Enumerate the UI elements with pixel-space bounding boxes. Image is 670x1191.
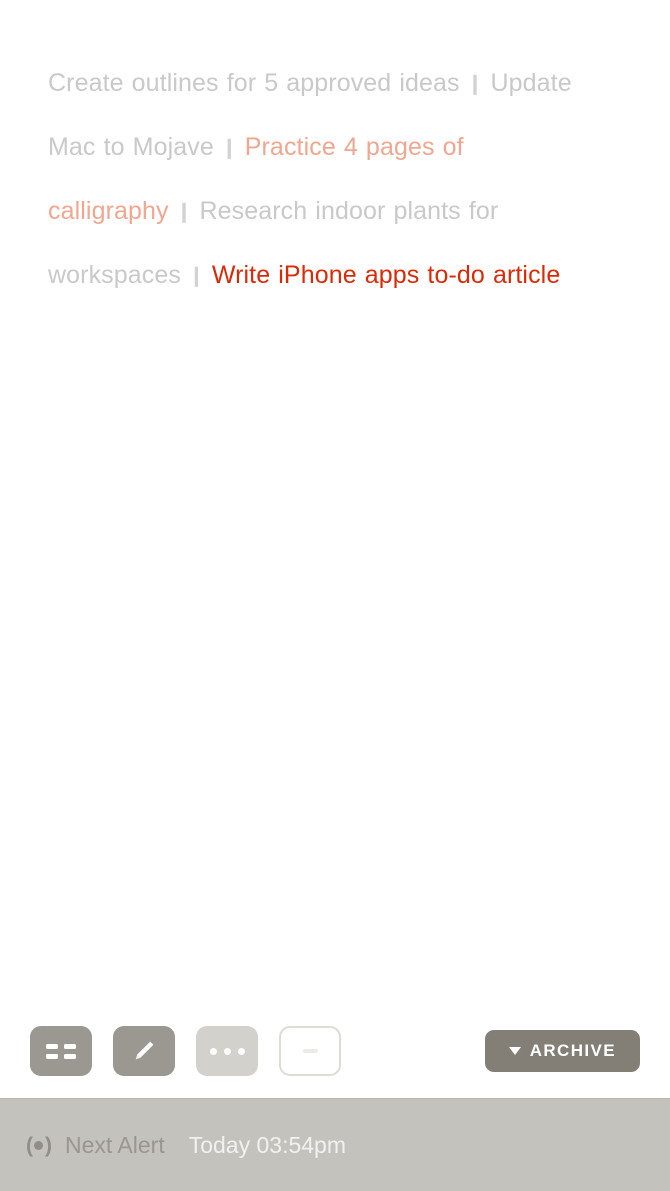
dash-icon	[302, 1049, 318, 1053]
archive-button[interactable]: ARCHIVE	[484, 1030, 640, 1072]
more-options-button[interactable]	[196, 1026, 258, 1076]
task-list: Create outlines for 5 approved ideas ❙ Upd…	[48, 52, 622, 308]
chevron-down-icon	[508, 1047, 521, 1055]
alert-broadcast-icon: ()	[26, 1133, 52, 1157]
task-item-0[interactable]: Create outlines for 5 approved ideas	[48, 69, 460, 97]
bottom-toolbar: ARCHIVE	[0, 1025, 670, 1077]
toolbar-button-group	[30, 1026, 341, 1076]
pencil-icon	[135, 1041, 154, 1060]
grid-view-button[interactable]	[30, 1026, 92, 1076]
task-item-4[interactable]: Write iPhone apps to-do article	[212, 261, 560, 289]
task-separator: ❙	[466, 73, 484, 95]
task-separator: ❙	[175, 201, 193, 223]
status-bar[interactable]: () Next Alert Today 03:54pm	[0, 1098, 670, 1191]
task-separator: ❙	[220, 137, 238, 159]
next-alert-label: Next Alert	[65, 1131, 165, 1158]
ellipsis-icon	[209, 1047, 245, 1055]
collapse-button[interactable]	[279, 1026, 341, 1076]
edit-button[interactable]	[113, 1026, 175, 1076]
next-alert-time: Today 03:54pm	[188, 1131, 346, 1158]
archive-button-label: ARCHIVE	[529, 1041, 616, 1060]
grid-icon	[46, 1043, 76, 1059]
task-separator: ❙	[188, 265, 205, 287]
